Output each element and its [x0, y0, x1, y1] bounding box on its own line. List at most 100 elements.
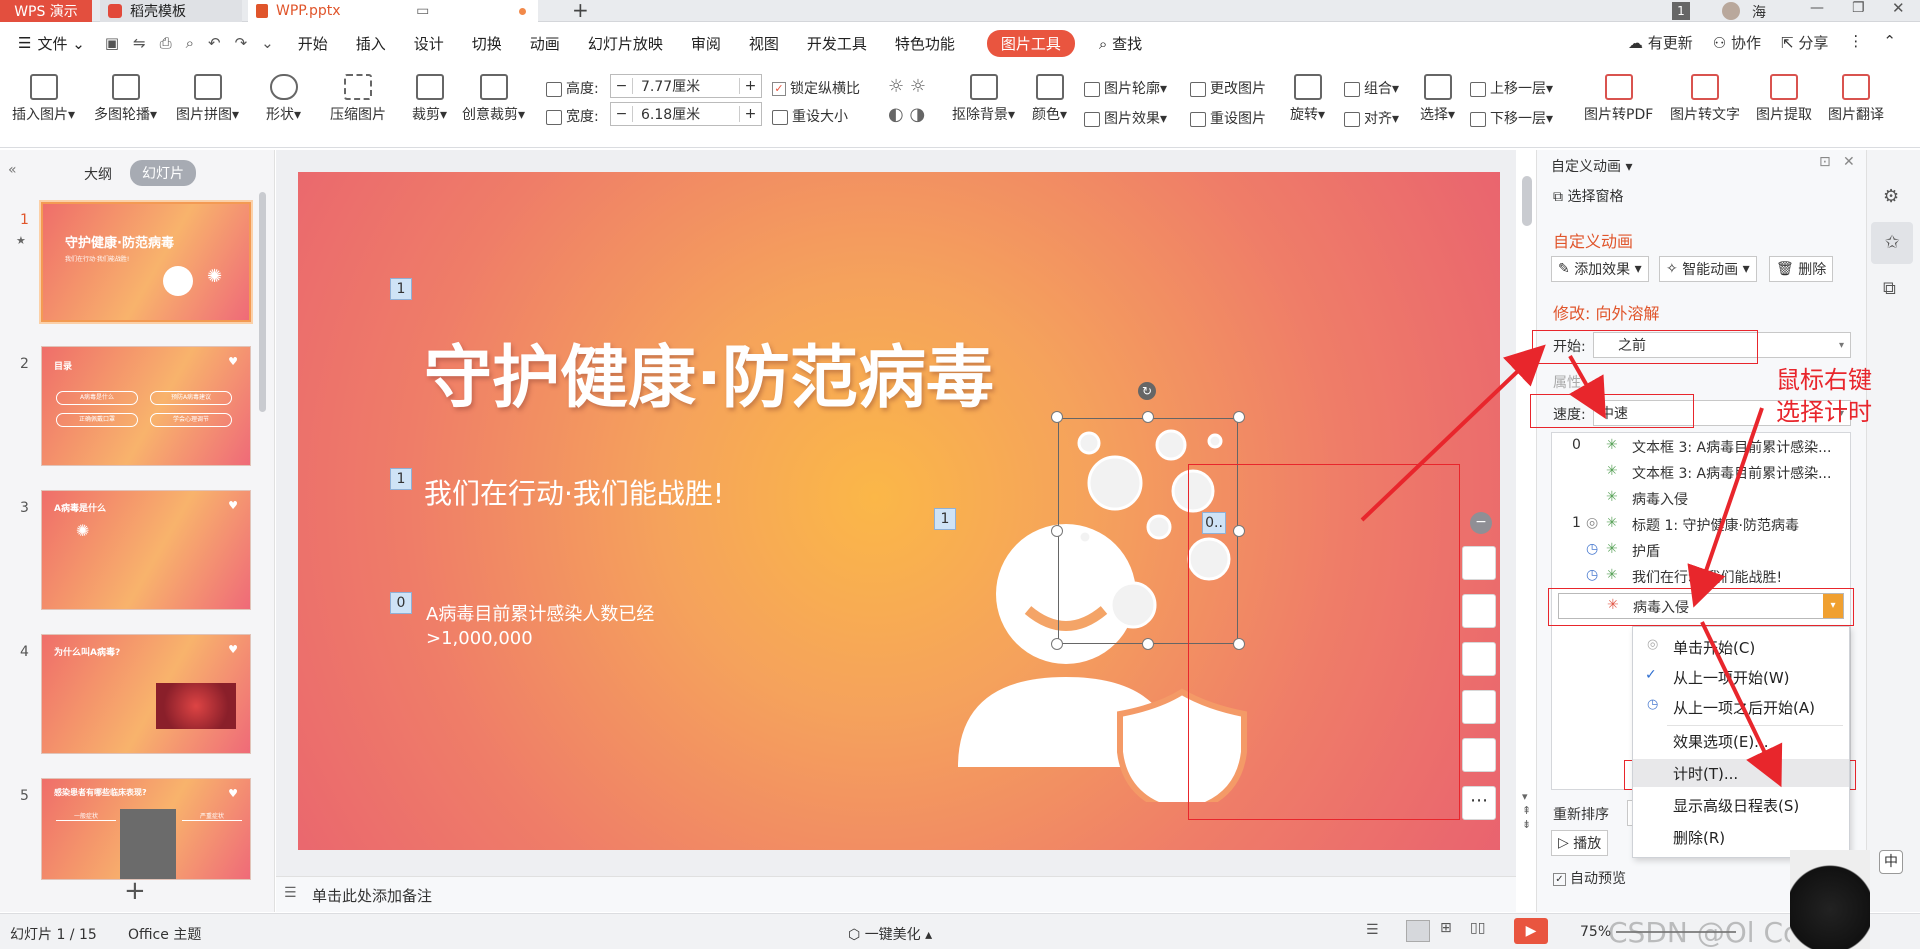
add-effect-button[interactable]: ✎ 添加效果 ▾	[1551, 256, 1649, 282]
width-value[interactable]: 6.18厘米	[633, 104, 739, 124]
search-box[interactable]: ⌕ 查找	[1085, 33, 1156, 54]
resize-handle[interactable]	[1142, 411, 1154, 423]
brightness-icon[interactable]: ☼ ☼	[888, 76, 926, 97]
panel-scrollbar[interactable]	[259, 192, 266, 412]
picture-collage-button[interactable]: 图片拼图▾	[176, 74, 239, 124]
menu-review[interactable]: 审阅	[677, 33, 735, 54]
scroll-buttons[interactable]: ▾ ⇞ ⇟	[1522, 790, 1531, 832]
creative-crop-button[interactable]: 创意裁剪▾	[462, 74, 525, 124]
slide-thumbnail-2[interactable]: 目录 ♥ A病毒是什么 预防A病毒建议 正确佩戴口罩 学会心理调节	[41, 346, 251, 466]
normal-view-icon[interactable]	[1406, 920, 1430, 942]
smart-animation-button[interactable]: ✧ 智能动画 ▾	[1659, 256, 1757, 282]
animation-marker[interactable]: 1	[390, 278, 412, 300]
menu-features[interactable]: 特色功能	[881, 33, 969, 54]
crop-button[interactable]: 裁剪▾	[412, 74, 447, 124]
picture-outline-button[interactable]: 图片轮廓▾	[1084, 78, 1167, 98]
collapse-ribbon-icon[interactable]: ⌃	[1883, 32, 1896, 53]
shape-button[interactable]: 形状▾	[266, 74, 301, 124]
play-button[interactable]: ▷ 播放	[1551, 830, 1609, 856]
collaborate-button[interactable]: ⚇ 协作	[1713, 32, 1761, 53]
remove-background-button[interactable]: 抠除背景▾	[952, 74, 1015, 124]
rotate-button[interactable]: 旋转▾	[1290, 74, 1325, 124]
file-menu[interactable]: 文件 ⌄	[37, 33, 98, 54]
resize-handle[interactable]	[1051, 525, 1063, 537]
transition-icon[interactable]: ⧉	[1883, 278, 1896, 299]
picture-translate-button[interactable]: 图片翻译	[1828, 74, 1884, 124]
picture-to-pdf-button[interactable]: 图片转PDF	[1584, 74, 1653, 124]
picture-frame-icon[interactable]	[1462, 690, 1496, 724]
reset-picture-button[interactable]: 重设图片	[1190, 108, 1266, 128]
multi-carousel-button[interactable]: 多图轮播▾	[94, 74, 157, 124]
undo-icon[interactable]: ↶	[208, 34, 221, 52]
minus-icon[interactable]: −	[611, 106, 633, 122]
menu-item-effect-options[interactable]: 效果选项(E)...	[1673, 731, 1769, 752]
slide-thumbnail-5[interactable]: 感染患者有哪些临床表现? ♥ 一般症状 严重症状	[41, 778, 251, 880]
picture-effect-button[interactable]: 图片效果▾	[1084, 108, 1167, 128]
window-count-badge[interactable]: 1	[1672, 2, 1690, 20]
tab-outline[interactable]: 大纲	[84, 164, 112, 184]
tab-docer-templates[interactable]: 稻壳模板	[100, 0, 242, 22]
menu-view[interactable]: 视图	[735, 33, 793, 54]
autopreview-checkbox[interactable]: ✓ 自动预览	[1553, 868, 1626, 888]
insert-picture-button[interactable]: 插入图片▾	[12, 74, 75, 124]
menu-slideshow[interactable]: 幻灯片放映	[574, 33, 677, 54]
animation-marker[interactable]: 1	[390, 468, 412, 490]
new-tab-button[interactable]: +	[572, 0, 589, 22]
list-item[interactable]: ✳ 病毒入侵	[1552, 489, 1850, 511]
menu-insert[interactable]: 插入	[342, 33, 400, 54]
crop-tool-icon[interactable]	[1462, 642, 1496, 676]
save-icon[interactable]: ▣	[105, 34, 119, 52]
kebab-icon[interactable]: ⋮	[1848, 32, 1863, 53]
select-button[interactable]: 选择▾	[1420, 74, 1455, 124]
ime-zh-icon[interactable]: 中	[1879, 850, 1903, 874]
pane-header[interactable]: 自定义动画 ▾	[1551, 156, 1632, 176]
menu-design[interactable]: 设计	[400, 33, 458, 54]
slide-thumbnail-3[interactable]: A病毒是什么 ♥ ✺	[41, 490, 251, 610]
zoom-in-icon[interactable]	[1462, 594, 1496, 628]
canvas-scrollbar[interactable]	[1522, 176, 1532, 226]
beautify-button[interactable]: ⬡ 一键美化 ▴	[848, 924, 932, 944]
share-button[interactable]: ⇱ 分享	[1781, 32, 1828, 53]
layers-icon[interactable]	[1462, 546, 1496, 580]
lock-icon[interactable]: ⊡	[1819, 154, 1831, 170]
reset-size-button[interactable]: 重设大小	[772, 106, 848, 126]
resize-handle[interactable]	[1051, 638, 1063, 650]
change-picture-button[interactable]: 更改图片	[1190, 78, 1266, 98]
redo-icon[interactable]: ↷	[235, 34, 248, 52]
menu-item-timing[interactable]: 计时(T)...	[1673, 763, 1738, 784]
menu-item-advanced-timeline[interactable]: 显示高级日程表(S)	[1673, 795, 1799, 816]
menu-animation[interactable]: 动画	[516, 33, 574, 54]
height-value[interactable]: 7.77厘米	[633, 76, 739, 96]
slide-count[interactable]: 幻灯片 1 / 15	[10, 924, 97, 944]
print-icon[interactable]: ⎙	[160, 34, 172, 52]
collapse-panel-icon[interactable]: «	[8, 162, 17, 178]
menu-start[interactable]: 开始	[284, 33, 342, 54]
add-slide-button[interactable]: +	[124, 876, 146, 906]
width-spinner[interactable]: −6.18厘米 +	[610, 102, 762, 126]
share-icon[interactable]: ⇋	[133, 34, 146, 52]
minimize-button[interactable]: —	[1810, 0, 1824, 16]
height-spinner[interactable]: −7.77厘米 +	[610, 74, 762, 98]
menu-developer[interactable]: 开发工具	[793, 33, 881, 54]
group-button[interactable]: 组合▾	[1344, 78, 1399, 98]
resize-handle[interactable]	[1233, 411, 1245, 423]
menu-item-after-previous[interactable]: 从上一项之后开始(A)	[1673, 697, 1815, 718]
rotate-handle-icon[interactable]: ↻	[1138, 382, 1156, 400]
remove-icon[interactable]: −	[1470, 512, 1492, 534]
picture-text-tool-icon[interactable]	[1462, 738, 1496, 772]
slide-title[interactable]: 守护健康·防范病毒	[424, 322, 994, 421]
stat-text-line2[interactable]: >1,000,000	[426, 628, 533, 649]
select-pane-link[interactable]: ⧉ 选择窗格	[1553, 186, 1623, 206]
picture-extract-button[interactable]: 图片提取	[1756, 74, 1812, 124]
sorter-view-icon[interactable]: ⊞	[1440, 920, 1452, 936]
send-backward-button[interactable]: 下移一层▾	[1470, 108, 1553, 128]
play-slideshow-button[interactable]: ▶	[1514, 918, 1548, 944]
stat-text-line1[interactable]: A病毒目前累计感染人数已经	[426, 600, 654, 626]
slide-thumbnail-1[interactable]: 守护健康·防范病毒 我们在行动·我们能战胜! ✺	[41, 202, 251, 322]
close-button[interactable]: ✕	[1892, 0, 1905, 17]
menu-transition[interactable]: 切换	[458, 33, 516, 54]
tab-slides[interactable]: 幻灯片	[130, 160, 196, 186]
tab-document[interactable]: WPP.pptx ▭	[248, 0, 538, 22]
plus-icon[interactable]: +	[739, 78, 761, 94]
list-item[interactable]: ✳ 文本框 3: A病毒目前累计感染...	[1552, 463, 1850, 485]
